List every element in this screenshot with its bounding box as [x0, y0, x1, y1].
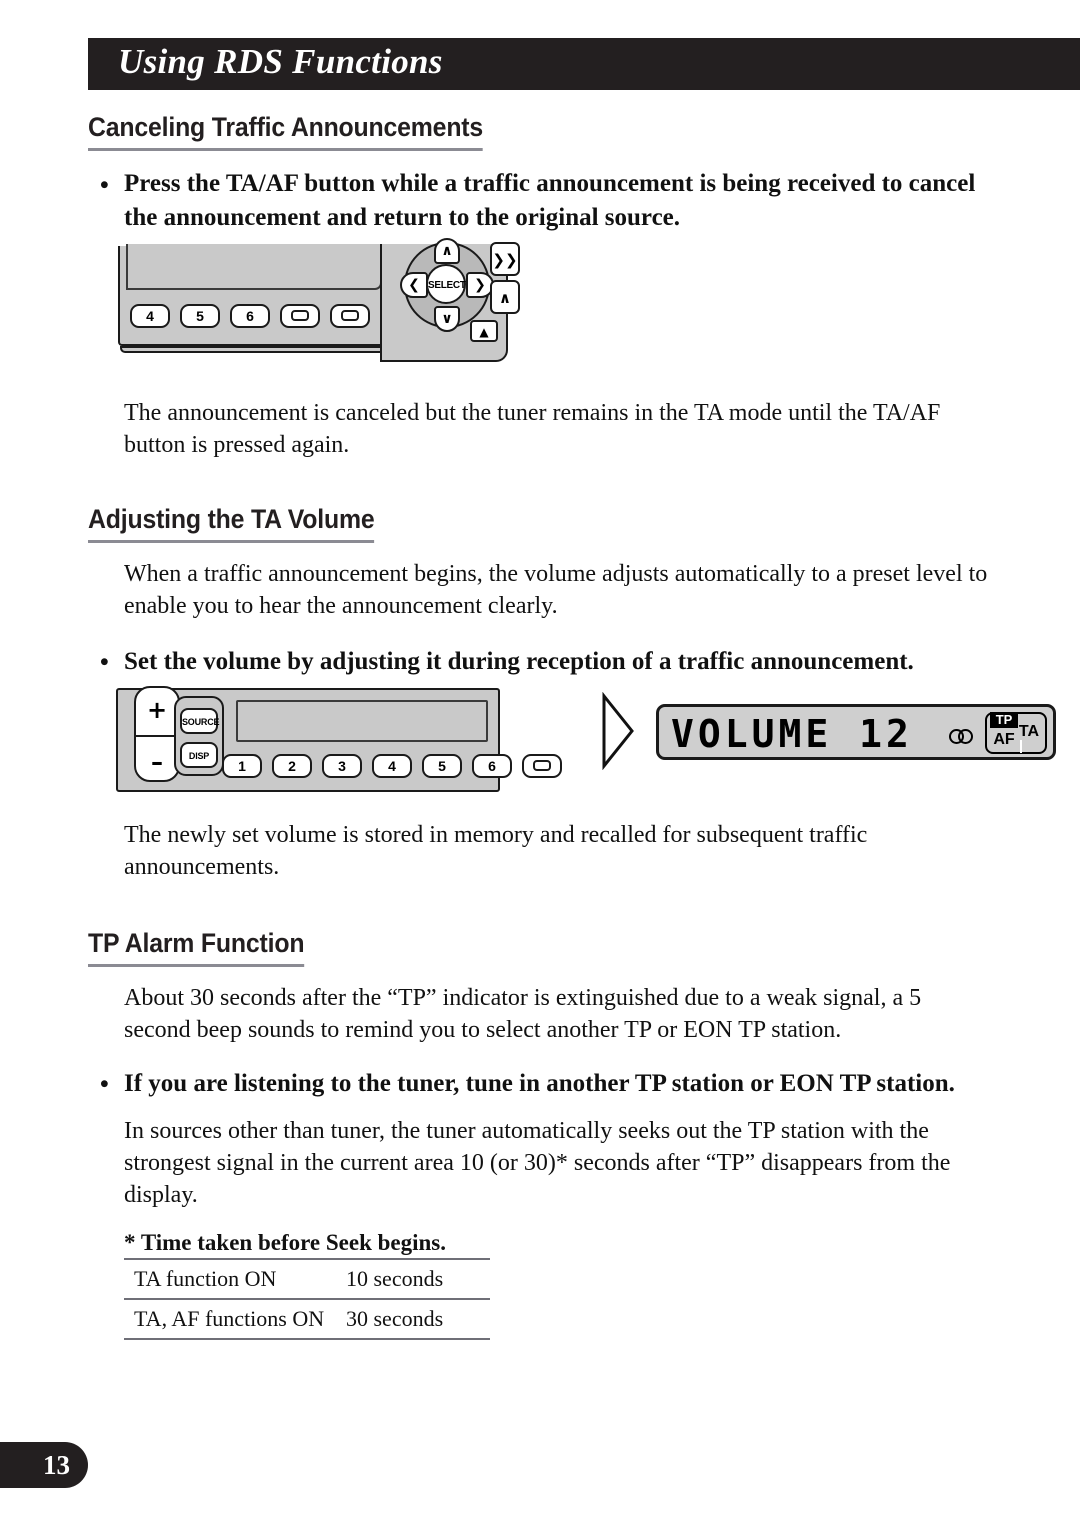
bullet-marker-icon: • — [100, 171, 109, 199]
table-cell-condition: TA, AF functions ON — [124, 1297, 346, 1340]
footnote-time-taken: * Time taken before Seek begins. — [124, 1229, 447, 1255]
page-number-tab: 13 — [0, 1442, 88, 1488]
page-content: Canceling Traffic Announcements • Press … — [88, 112, 1056, 1340]
preset-button-4[interactable]: 4 — [130, 304, 170, 328]
tp-indicator: TP — [990, 712, 1018, 729]
rocker-divider — [136, 735, 178, 738]
preset-button-2[interactable]: 2 — [272, 754, 312, 779]
section-heading-text: TP Alarm Function — [88, 928, 304, 967]
page-number: 13 — [43, 1450, 70, 1480]
table-row: TA, AF functions ON 30 seconds — [124, 1297, 490, 1340]
eject-button-icon[interactable]: ▲ — [470, 320, 498, 342]
preset-button-5[interactable]: 5 — [180, 304, 220, 328]
preset-button-4[interactable]: 4 — [372, 754, 412, 779]
ta-indicator: TA — [1018, 723, 1040, 741]
table-cell-condition: TA function ON — [124, 1257, 346, 1299]
preset-button-6[interactable]: 6 — [230, 304, 270, 328]
select-left-arrow-icon[interactable]: ❮ — [400, 272, 428, 298]
volume-up-label[interactable]: + — [136, 696, 178, 724]
paragraph-announcement-canceled: The announcement is canceled but the tun… — [124, 400, 941, 458]
section-heading-tp-alarm-function: TP Alarm Function — [88, 928, 988, 967]
paragraph-volume-stored: The newly set volume is stored in memory… — [124, 822, 868, 881]
figure-volume-and-display: + – SOURCE DISP 1 2 3 4 5 6 VOLUME 12 TP… — [88, 686, 1056, 806]
preset-button-1[interactable]: 1 — [222, 754, 262, 779]
bullet-marker-icon: • — [100, 649, 109, 677]
head-unit-preset-row: 4 5 6 — [130, 304, 420, 328]
flow-arrow-icon — [600, 692, 636, 771]
volume-unit-illustration: + – SOURCE DISP 1 2 3 4 5 6 — [116, 686, 562, 793]
stereo-circle-right — [958, 729, 973, 745]
preset-button-blank[interactable] — [522, 754, 562, 779]
paragraph-seeks-tp-station: In sources other than tuner, the tuner a… — [124, 1118, 951, 1209]
disp-button[interactable]: DISP — [180, 742, 218, 769]
paragraph-tp-alarm-intro: About 30 seconds after the “TP” indicato… — [124, 984, 922, 1043]
section-heading-text: Adjusting the TA Volume — [88, 504, 375, 543]
bullet-marker-icon: • — [100, 1071, 109, 1099]
volume-down-label[interactable]: – — [136, 748, 178, 776]
select-down-arrow-icon[interactable]: ∨ — [434, 306, 460, 332]
preset-button-5[interactable]: 5 — [422, 754, 462, 779]
side-button-upper[interactable]: ❯❯ — [490, 242, 520, 276]
section-heading-adjusting-the-ta-volume: Adjusting the TA Volume — [88, 504, 988, 543]
source-disp-button-group: SOURCE DISP — [174, 696, 224, 777]
seek-time-table: TA function ON 10 seconds TA, AF functio… — [124, 1257, 490, 1340]
table-row: TA function ON 10 seconds — [124, 1257, 490, 1299]
rds-indicator-group: TP AF TA — [985, 712, 1047, 755]
table-cell-time: 10 seconds — [346, 1257, 490, 1299]
bullet-tune-another-tp: • If you are listening to the tuner, tun… — [88, 1067, 988, 1101]
preset-button-blank-2[interactable] — [330, 304, 370, 328]
section-heading-text: Canceling Traffic Announcements — [88, 112, 483, 151]
select-button[interactable]: SELECT — [426, 264, 466, 304]
preset-button-6[interactable]: 6 — [472, 754, 512, 779]
volume-unit-preset-row: 1 2 3 4 5 6 — [222, 754, 562, 779]
bullet-set-the-volume: • Set the volume by adjusting it during … — [88, 645, 988, 679]
section-heading-canceling-traffic-announcements: Canceling Traffic Announcements — [88, 112, 988, 151]
select-navigation-pad[interactable]: ∧ ∨ ❮ ❯ SELECT — [400, 238, 494, 332]
side-button-lower[interactable]: ∧ — [490, 280, 520, 314]
paragraph-ta-volume-intro: When a traffic announcement begins, the … — [124, 560, 988, 619]
lcd-display: VOLUME 12 TP AF TA — [656, 704, 1056, 761]
select-up-arrow-icon[interactable]: ∧ — [434, 238, 460, 264]
head-unit-illustration: 4 5 6 ∧ ∨ ❮ ❯ SELECT ❯❯ ∧ ▲ — [118, 238, 520, 368]
bullet-text: Press the TA/AF button while a traffic a… — [124, 170, 976, 231]
af-indicator: AF — [993, 731, 1015, 749]
lcd-volume-text: VOLUME 12 — [671, 712, 913, 757]
bullet-text: Set the volume by adjusting it during re… — [124, 647, 914, 675]
preset-button-blank-1[interactable] — [280, 304, 320, 328]
volume-unit-display-panel — [236, 700, 488, 743]
head-unit-screen — [126, 244, 382, 290]
bullet-press-ta-af: • Press the TA/AF button while a traffic… — [88, 167, 988, 234]
table-cell-time: 30 seconds — [346, 1297, 490, 1340]
stereo-icon — [949, 729, 975, 745]
preset-button-3[interactable]: 3 — [322, 754, 362, 779]
source-button[interactable]: SOURCE — [180, 708, 220, 735]
figure-head-unit-select: 4 5 6 ∧ ∨ ❮ ❯ SELECT ❯❯ ∧ ▲ — [88, 238, 988, 388]
bullet-text: If you are listening to the tuner, tune … — [124, 1069, 955, 1097]
page-title: Using RDS Functions — [118, 42, 443, 81]
